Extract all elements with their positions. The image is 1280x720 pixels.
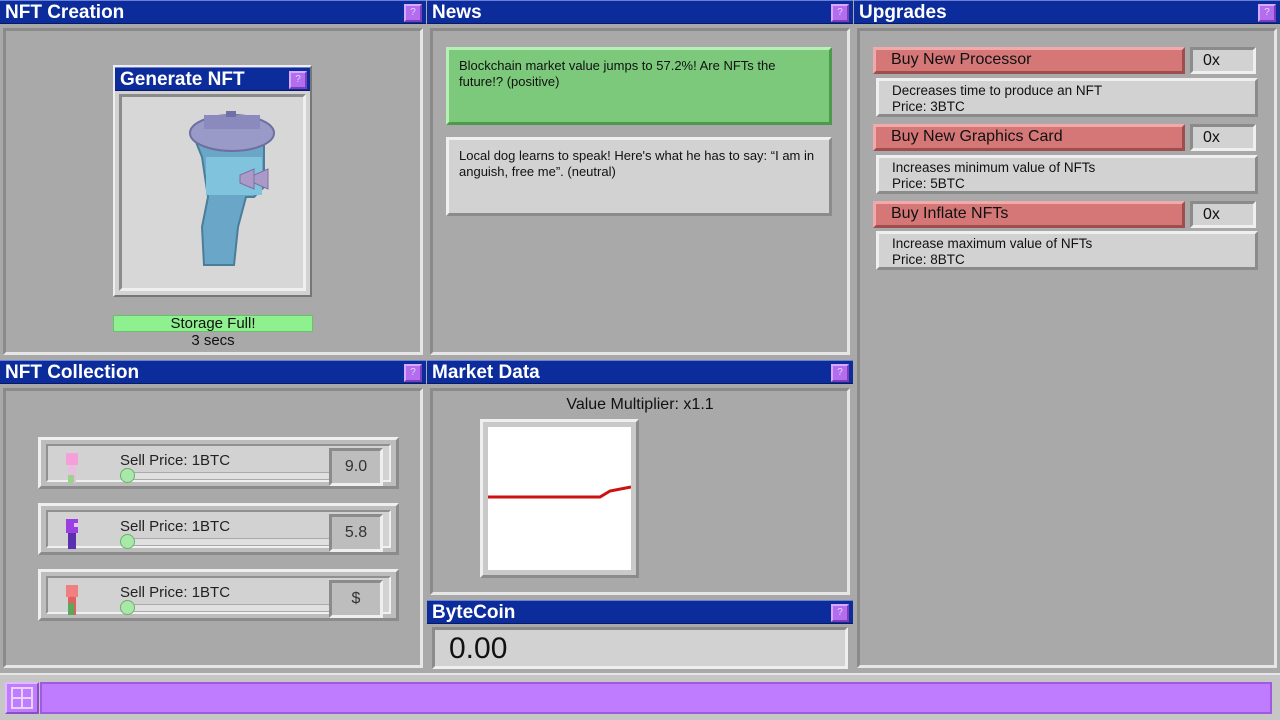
sell-price-slider[interactable] — [122, 472, 332, 480]
bytecoin-balance: 0.00 — [432, 627, 848, 669]
generation-timer: 3 secs — [191, 332, 235, 349]
graphics-card-description-text: Increases minimum value of NFTs — [892, 160, 1096, 175]
inflate-nfts-count: 0x — [1190, 201, 1256, 228]
collection-row-inner: Sell Price: 1BTC 9.0 — [46, 444, 391, 486]
news-item-neutral: Local dog learns to speak! Here's what h… — [446, 137, 832, 216]
processor-count: 0x — [1190, 47, 1256, 74]
nft-thumbnail-icon[interactable] — [64, 517, 80, 553]
inflate-nfts-description-text: Increase maximum value of NFTs — [892, 236, 1093, 251]
news-help-button[interactable]: ? — [831, 4, 849, 22]
upgrades-help-button[interactable]: ? — [1258, 4, 1276, 22]
nft-collection-help-button[interactable]: ? — [404, 364, 422, 382]
nft-preview-frame[interactable] — [119, 94, 306, 291]
market-chart — [488, 427, 631, 570]
taskbar-strip — [40, 682, 1272, 714]
bytecoin-title: ByteCoin — [432, 602, 516, 623]
bytecoin-titlebar: ByteCoin ? — [427, 600, 853, 624]
collection-row-inner: Sell Price: 1BTC $ — [46, 576, 391, 618]
nft-value: 5.8 — [329, 514, 383, 552]
market-data-title: Market Data — [432, 362, 540, 383]
nft-collection-titlebar: NFT Collection ? — [0, 360, 426, 384]
sell-price-label: Sell Price: 1BTC — [120, 452, 231, 469]
start-button[interactable] — [5, 682, 39, 714]
news-titlebar: News ? — [427, 0, 853, 24]
sell-price-slider-knob[interactable] — [120, 600, 135, 615]
sell-price-label: Sell Price: 1BTC — [120, 584, 231, 601]
collection-row-inner: Sell Price: 1BTC 5.8 — [46, 510, 391, 552]
nft-creation-help-button[interactable]: ? — [404, 4, 422, 22]
nft-creation-titlebar: NFT Creation ? — [0, 0, 426, 24]
nft-collection-title: NFT Collection — [5, 362, 140, 383]
value-multiplier-label: Value Multiplier: x1.1 — [566, 396, 714, 413]
market-data-titlebar: Market Data ? — [427, 360, 853, 384]
collection-row: Sell Price: 1BTC 9.0 — [38, 437, 399, 489]
nft-preview-image — [189, 111, 275, 266]
sell-price-slider[interactable] — [122, 604, 332, 612]
nft-value: $ — [329, 580, 383, 618]
bytecoin-help-button[interactable]: ? — [831, 604, 849, 622]
inflate-nfts-description: Increase maximum value of NFTs Price: 8B… — [876, 231, 1258, 270]
upgrades-title: Upgrades — [859, 2, 947, 23]
graphics-card-price: Price: 5BTC — [892, 176, 965, 191]
sell-price-slider-knob[interactable] — [120, 468, 135, 483]
nft-value: 9.0 — [329, 448, 383, 486]
buy-graphics-card-button[interactable]: Buy New Graphics Card — [873, 124, 1185, 151]
storage-status-bar: Storage Full! — [113, 315, 313, 332]
generate-nft-titlebar: Generate NFT ? — [115, 67, 310, 91]
news-title: News — [432, 2, 482, 23]
nft-thumbnail-icon[interactable] — [64, 583, 80, 619]
market-data-help-button[interactable]: ? — [831, 364, 849, 382]
graphics-card-description: Increases minimum value of NFTs Price: 5… — [876, 155, 1258, 194]
nft-thumbnail-icon[interactable] — [64, 451, 80, 487]
graphics-card-count: 0x — [1190, 124, 1256, 151]
grid-icon — [11, 687, 33, 709]
processor-description: Decreases time to produce an NFT Price: … — [876, 78, 1258, 117]
collection-row: Sell Price: 1BTC 5.8 — [38, 503, 399, 555]
market-chart-frame — [480, 419, 639, 578]
generate-nft-title: Generate NFT — [120, 69, 245, 90]
upgrades-titlebar: Upgrades ? — [854, 0, 1280, 24]
sell-price-slider[interactable] — [122, 538, 332, 546]
nft-creation-title: NFT Creation — [5, 2, 125, 23]
processor-description-text: Decreases time to produce an NFT — [892, 83, 1103, 98]
generate-nft-window[interactable]: Generate NFT ? — [113, 65, 312, 297]
news-item-positive: Blockchain market value jumps to 57.2%! … — [446, 47, 832, 125]
sell-price-slider-knob[interactable] — [120, 534, 135, 549]
collection-row: Sell Price: 1BTC $ — [38, 569, 399, 621]
taskbar — [0, 673, 1280, 720]
sell-price-label: Sell Price: 1BTC — [120, 518, 231, 535]
generate-nft-help-button[interactable]: ? — [289, 71, 307, 89]
buy-processor-button[interactable]: Buy New Processor — [873, 47, 1185, 74]
inflate-nfts-price: Price: 8BTC — [892, 252, 965, 267]
buy-inflate-nfts-button[interactable]: Buy Inflate NFTs — [873, 201, 1185, 228]
processor-price: Price: 3BTC — [892, 99, 965, 114]
